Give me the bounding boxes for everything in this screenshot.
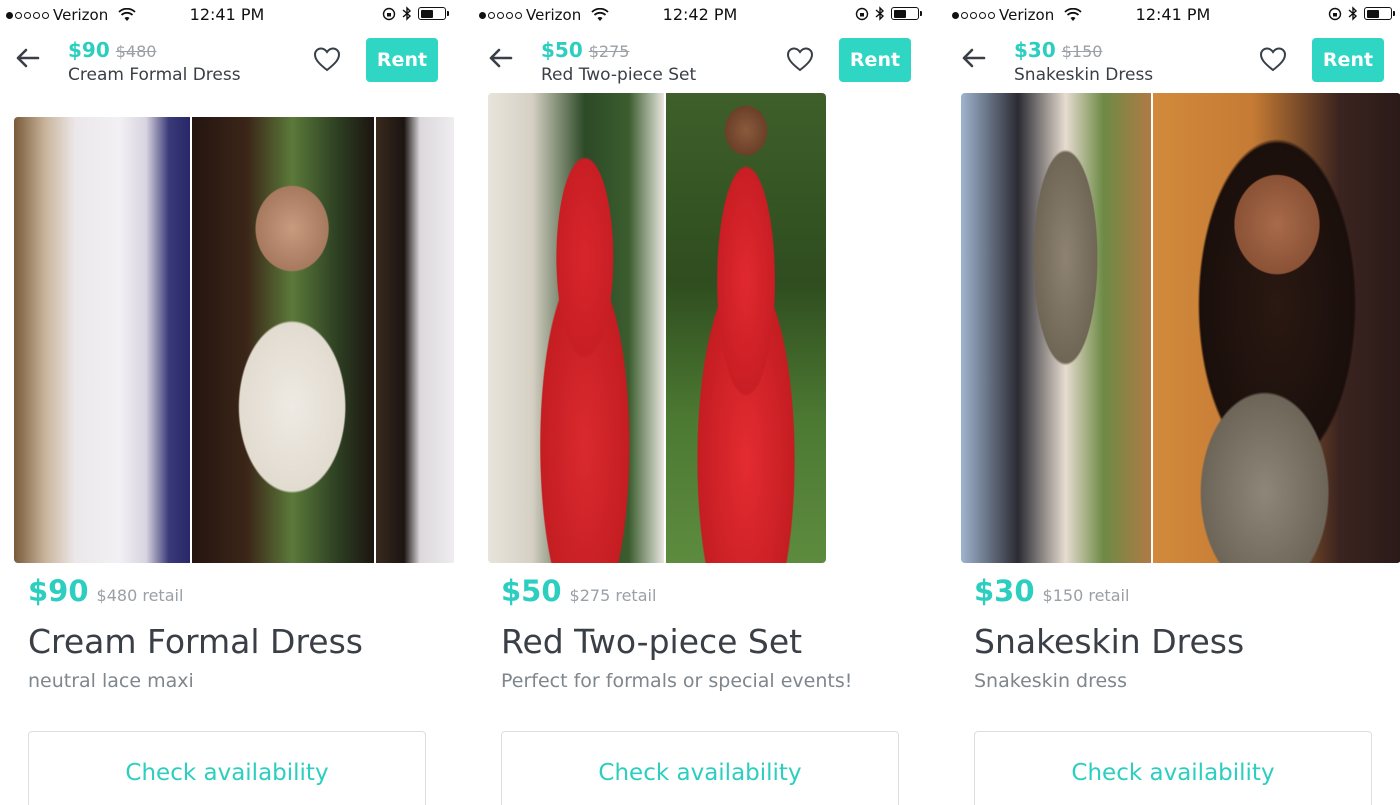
price: $30 [974, 574, 1035, 608]
status-right [1328, 6, 1395, 21]
back-arrow-icon[interactable] [485, 42, 517, 74]
listing-description: Snakeskin dress [974, 670, 1127, 692]
check-availability-button[interactable]: Check availability [28, 731, 426, 805]
header-price: $30 [1014, 38, 1056, 62]
listing-header: $90 $480 Cream Formal Dress Rent [0, 32, 454, 92]
listing-title: Red Two-piece Set [501, 622, 803, 661]
photo-2 [1153, 93, 1400, 563]
heart-icon[interactable] [312, 44, 342, 74]
header-price: $90 [68, 38, 110, 62]
rent-button[interactable]: Rent [366, 38, 438, 82]
photo-2 [192, 117, 374, 563]
photo-1 [488, 93, 664, 563]
header-prices: $30 $150 [1014, 38, 1102, 62]
photo-3 [376, 117, 454, 563]
price: $50 [501, 574, 562, 608]
photo-gallery[interactable] [961, 93, 1400, 563]
listing-title: Snakeskin Dress [974, 622, 1245, 661]
listing-screen-snakeskin: Verizon 12:41 PM $30 $150 Snakeskin Dres… [946, 0, 1400, 805]
check-availability-label: Check availability [125, 760, 329, 786]
listing-header: $30 $150 Snakeskin Dress Rent [946, 32, 1400, 92]
listing-description: neutral lace maxi [28, 670, 194, 692]
retail-price: $150 retail [1042, 586, 1130, 605]
header-title: Snakeskin Dress [1014, 65, 1154, 85]
battery-icon [1364, 7, 1395, 20]
price-row: $30 $150 retail [974, 574, 1129, 608]
orientation-lock-icon [855, 7, 869, 20]
status-right [855, 6, 922, 21]
photo-1 [14, 117, 190, 563]
orientation-lock-icon [1328, 7, 1342, 20]
battery-icon [418, 7, 449, 20]
check-availability-label: Check availability [1071, 760, 1275, 786]
price: $90 [28, 574, 89, 608]
header-retail-price: $480 [115, 42, 157, 61]
listing-title: Cream Formal Dress [28, 622, 363, 661]
check-availability-button[interactable]: Check availability [974, 731, 1372, 805]
bluetooth-icon [1348, 6, 1358, 21]
listing-screen-red: Verizon 12:42 PM $50 $275 Red Two-piece … [473, 0, 927, 805]
bluetooth-icon [875, 6, 885, 21]
retail-price: $275 retail [569, 586, 657, 605]
rent-button[interactable]: Rent [1312, 38, 1384, 82]
rent-button[interactable]: Rent [839, 38, 911, 82]
header-price: $50 [541, 38, 583, 62]
header-retail-price: $150 [1061, 42, 1103, 61]
orientation-lock-icon [382, 7, 396, 20]
listing-screen-cream: Verizon 12:41 PM $90 $480 Cream Formal D… [0, 0, 454, 805]
status-bar: Verizon 12:41 PM [946, 0, 1400, 30]
check-availability-label: Check availability [598, 760, 802, 786]
price-row: $50 $275 retail [501, 574, 656, 608]
header-retail-price: $275 [588, 42, 630, 61]
battery-icon [891, 7, 922, 20]
header-title: Cream Formal Dress [68, 65, 241, 85]
photo-1 [961, 93, 1151, 563]
back-arrow-icon[interactable] [958, 42, 990, 74]
check-availability-button[interactable]: Check availability [501, 731, 899, 805]
heart-icon[interactable] [1258, 44, 1288, 74]
photo-gallery[interactable] [14, 117, 454, 563]
price-row: $90 $480 retail [28, 574, 183, 608]
status-bar: Verizon 12:41 PM [0, 0, 454, 30]
back-arrow-icon[interactable] [12, 42, 44, 74]
status-right [382, 6, 449, 21]
listing-header: $50 $275 Red Two-piece Set Rent [473, 32, 927, 92]
heart-icon[interactable] [785, 44, 815, 74]
listing-description: Perfect for formals or special events! [501, 670, 853, 692]
header-prices: $50 $275 [541, 38, 629, 62]
retail-price: $480 retail [96, 586, 184, 605]
app-screenshots: Verizon 12:41 PM $90 $480 Cream Formal D… [0, 0, 1400, 805]
photo-2 [666, 93, 826, 563]
status-bar: Verizon 12:42 PM [473, 0, 927, 30]
header-prices: $90 $480 [68, 38, 156, 62]
photo-gallery[interactable] [488, 93, 826, 563]
header-title: Red Two-piece Set [541, 65, 697, 85]
bluetooth-icon [402, 6, 412, 21]
